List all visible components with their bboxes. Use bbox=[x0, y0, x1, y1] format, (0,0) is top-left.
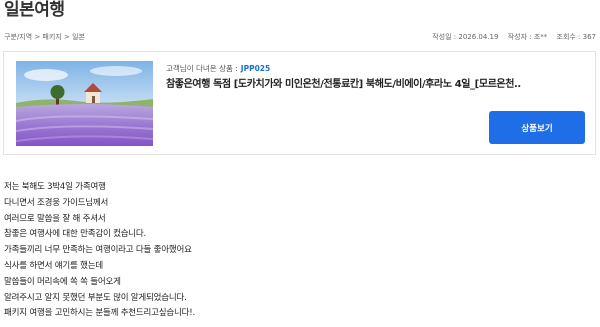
lavender-field-image bbox=[16, 61, 153, 146]
product-label-text: 고객님이 다녀온 상품 : bbox=[166, 64, 238, 73]
review-line: 식사를 하면서 얘기를 했는데 bbox=[4, 260, 103, 271]
review-line: 패키지 여행을 고민하시는 분들께 추천드리고싶습니다!. bbox=[4, 308, 195, 319]
review-line: 말씀들이 머리속에 쏙 쏙 들어오게 bbox=[4, 276, 121, 287]
post-date: 작성일 : 2026.04.19 bbox=[432, 33, 499, 41]
product-name[interactable]: 참좋은여행 독점 [도카치가와 미인온천/전통료칸] 북해도/비에이/후라노 4… bbox=[166, 78, 586, 92]
post-author: 작성자 : 조** bbox=[507, 33, 548, 41]
product-code: JPP025 bbox=[240, 64, 271, 73]
review-line: 다니면서 조경웅 가이드님께서 bbox=[4, 197, 109, 208]
product-thumbnail[interactable] bbox=[16, 61, 153, 146]
post-views: 조회수 : 367 bbox=[556, 33, 597, 41]
view-product-button[interactable]: 상품보기 bbox=[489, 111, 585, 144]
review-line: 여러므로 말씀을 잘 해 주셔서 bbox=[4, 213, 106, 224]
review-line: 알려주시고 알지 못했던 부분도 많이 알게되었습니다. bbox=[4, 292, 187, 303]
review-line: 저는 북해도 3박4일 가족여행 bbox=[4, 182, 106, 192]
page-title: 일본여행 bbox=[4, 0, 65, 20]
post-info: 작성일 : 2026.04.19 작성자 : 조** 조회수 : 367 bbox=[425, 31, 596, 43]
review-body: 저는 북해도 3박4일 가족여행 다니면서 조경웅 가이드님께서 여러므로 말씀… bbox=[4, 180, 195, 322]
meta-row: 구분/지역 > 패키지 > 일본 작성일 : 2026.04.19 작성자 : … bbox=[4, 31, 596, 43]
breadcrumb: 구분/지역 > 패키지 > 일본 bbox=[4, 33, 85, 41]
review-line: 참좋은 여행사에 대한 만족감이 컸습니다. bbox=[4, 229, 147, 240]
product-label: 고객님이 다녀온 상품 : JPP025 bbox=[166, 63, 270, 75]
review-line: 가족들끼리 너무 만족하는 여행이라고 다들 좋아했어요 bbox=[4, 245, 192, 256]
product-card: 고객님이 다녀온 상품 : JPP025 참좋은여행 독점 [도카치가와 미인온천… bbox=[3, 51, 596, 155]
